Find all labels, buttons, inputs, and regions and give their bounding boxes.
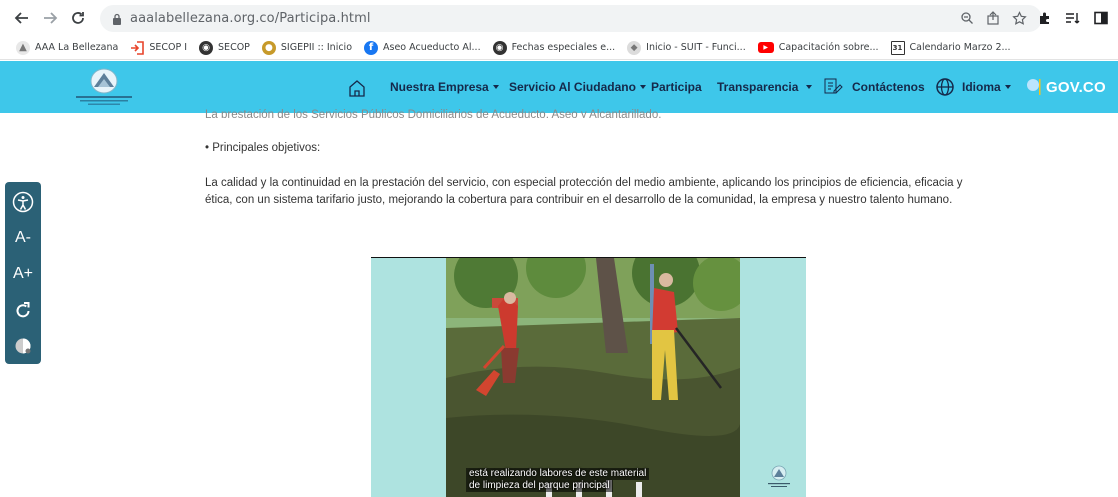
caption-line: está realizando labores de este material [466,468,650,480]
chevron-down-icon [492,85,499,89]
share-icon[interactable] [984,9,1002,27]
chevron-down-icon [806,85,813,89]
bookmark-label: AAA La Bellezana [35,42,119,53]
video-player[interactable]: está realizando labores de este material… [371,257,806,497]
youtube-icon: ▶ [757,42,774,53]
arrow-left-icon [14,12,28,24]
globe-icon: ◉ [199,40,214,55]
bookmark-item[interactable]: ▶ Capacitación sobre... [757,42,879,53]
login-icon [130,40,145,55]
extensions-icon[interactable] [1036,8,1054,28]
menu-contactenos[interactable]: Contáctenos [823,61,925,113]
shield-icon: ◆ [627,40,642,55]
objectives-paragraph: La calidad y la continuidad en la presta… [205,177,963,206]
bookmark-label: SIGEPII :: Inicio [280,42,353,53]
bookmark-label: Calendario Marzo 2... [909,42,1011,53]
reading-list-icon[interactable] [1064,8,1082,28]
bookmark-label: Fechas especiales e... [511,42,616,53]
menu-participa[interactable]: Participa [651,61,702,113]
menu-label: Contáctenos [852,80,925,94]
menu-servicio-al-ciudadano[interactable]: Servicio Al Ciudadano [509,61,646,113]
menu-nuestra-empresa[interactable]: Nuestra Empresa [390,61,499,113]
globe-icon [936,78,954,96]
chevron-down-icon [1004,85,1011,89]
bookmark-item[interactable]: ◆ Inicio - SUIT - Funci... [627,40,746,55]
bookmark-label: SECOP I [149,42,188,53]
menu-label: Idioma [962,80,1001,94]
bookmark-item[interactable]: SECOP I [130,40,188,55]
site-icon: ▲ [16,40,30,55]
bookmark-label: Capacitación sobre... [778,42,879,53]
bookmark-item[interactable]: ◉ Fechas especiales e... [492,40,616,55]
bookmark-item[interactable]: ● SIGEPII :: Inicio [261,40,353,55]
url-text: aaalabellezana.org.co/Participa.html [130,11,371,26]
menu-idioma[interactable]: Idioma [935,61,1011,113]
govco-text: GOV.CO [1046,78,1106,96]
bookmark-item[interactable]: ◉ SECOP [199,40,250,55]
back-button[interactable] [8,4,36,32]
site-header: Nuestra Empresa Servicio Al Ciudadano Pa… [0,61,1118,113]
video-caption: está realizando labores de este material… [466,468,650,492]
zoom-icon[interactable] [958,9,976,27]
side-panel-icon[interactable] [1092,8,1110,28]
calendar-icon: 31 [890,40,905,55]
lock-icon [113,13,121,25]
bookmark-label: Inicio - SUIT - Funci... [646,42,746,53]
star-icon[interactable] [1010,9,1028,27]
govco-link[interactable]: GOV.CO [1024,77,1106,97]
company-logo[interactable] [72,67,136,107]
reload-button[interactable] [64,4,92,32]
contact-icon [824,78,843,94]
bookmark-label: Aseo Acueducto Al... [383,42,481,53]
menu-label: Nuestra Empresa [390,80,489,94]
forward-button[interactable] [36,4,64,32]
govco-icon [1027,79,1041,95]
menu-label: Servicio Al Ciudadano [509,80,636,94]
watermark-logo [764,463,794,489]
menu-label: Transparencia [717,80,799,94]
globe-icon: ◉ [492,40,507,55]
main-content: La prestación de los Servicios Públicos … [0,109,1118,497]
bookmark-item[interactable]: ▲ AAA La Bellezana [16,40,119,55]
cut-off-text: La prestación de los Servicios Públicos … [205,109,662,118]
seal-icon: ● [261,40,276,55]
browser-toolbar: aaalabellezana.org.co/Participa.html [0,0,1118,36]
video-frame [446,258,740,497]
facebook-icon: f [364,40,379,55]
bookmarks-bar: ▲ AAA La Bellezana SECOP I ◉ SECOP ● SIG… [0,36,1118,60]
chevron-down-icon [639,85,646,89]
bookmark-item[interactable]: 31 Calendario Marzo 2... [890,40,1011,55]
menu-label: Participa [651,80,702,94]
home-icon[interactable] [347,78,367,98]
menu-transparencia[interactable]: Transparencia [717,61,813,113]
park-cleanup-image [446,258,740,497]
arrow-right-icon [44,12,58,24]
address-bar[interactable]: aaalabellezana.org.co/Participa.html [100,5,1042,32]
caption-line: de limpieza del parque principal [466,480,613,492]
objectives-label: • Principales objetivos: [205,142,321,154]
reload-icon [72,12,84,24]
bookmark-item[interactable]: f Aseo Acueducto Al... [364,40,481,55]
bookmark-label: SECOP [218,42,250,53]
